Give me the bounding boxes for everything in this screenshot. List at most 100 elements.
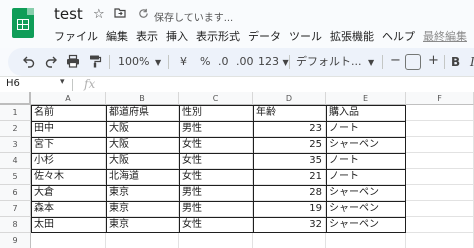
table-header-cell[interactable]: 都道府県 — [106, 105, 179, 121]
table-cell[interactable]: 女性 — [179, 137, 253, 153]
table-cell[interactable]: 宮下 — [31, 137, 106, 153]
table-cell[interactable]: 東京 — [106, 201, 179, 217]
spreadsheet-grid[interactable]: A B C D E F 1 2 3 4 5 6 7 8 9 名前 都道府県 性別 年齢 購入品 田中 大阪 男性 23 ノート宮… — [0, 92, 474, 248]
chevron-down-icon[interactable]: ▾ — [60, 77, 65, 87]
decrease-decimal-button[interactable]: .0 — [218, 54, 229, 70]
menu-extensions[interactable]: 拡張機能 — [326, 28, 378, 44]
table-cell[interactable]: シャーペン — [326, 137, 406, 153]
menu-edit[interactable]: 編集 — [102, 28, 132, 44]
table-cell[interactable]: 大阪 — [106, 153, 179, 169]
document-title[interactable]: test — [54, 5, 83, 23]
row-header-3[interactable]: 3 — [0, 137, 31, 153]
column-header-c[interactable]: C — [179, 92, 253, 105]
table-cell[interactable]: 男性 — [179, 121, 253, 137]
row-header-5[interactable]: 5 — [0, 169, 31, 185]
table-cell[interactable]: シャーペン — [326, 201, 406, 217]
column-header-e[interactable]: E — [326, 92, 406, 105]
table-cell[interactable] — [406, 233, 474, 248]
table-cell[interactable]: 大阪 — [106, 121, 179, 137]
table-cell[interactable] — [253, 233, 326, 248]
table-cell[interactable] — [406, 121, 474, 137]
undo-icon[interactable] — [22, 54, 36, 73]
table-cell[interactable]: 19 — [253, 201, 326, 217]
last-edit-link[interactable]: 最終編集 — [423, 28, 467, 44]
table-header-cell[interactable]: 年齢 — [253, 105, 326, 121]
sheets-logo-icon[interactable] — [12, 8, 34, 38]
italic-button[interactable]: I — [470, 54, 474, 70]
font-size-decrease-button[interactable]: − — [390, 53, 401, 69]
percent-button[interactable]: % — [200, 54, 210, 70]
table-cell[interactable] — [406, 201, 474, 217]
row-header-2[interactable]: 2 — [0, 121, 31, 137]
table-cell[interactable]: 大阪 — [106, 137, 179, 153]
table-cell[interactable]: シャーペン — [326, 217, 406, 233]
table-cell[interactable] — [106, 233, 179, 248]
table-cell[interactable]: 28 — [253, 185, 326, 201]
table-cell[interactable]: 女性 — [179, 217, 253, 233]
table-cell[interactable]: 35 — [253, 153, 326, 169]
table-header-cell[interactable]: 名前 — [31, 105, 106, 121]
increase-decimal-button[interactable]: .00 — [236, 54, 254, 70]
table-cell[interactable]: 21 — [253, 169, 326, 185]
name-box[interactable]: H6 — [6, 78, 20, 89]
menu-tools[interactable]: ツール — [285, 28, 326, 44]
row-header-1[interactable]: 1 — [0, 105, 31, 121]
column-header-b[interactable]: B — [106, 92, 179, 105]
table-cell[interactable]: 太田 — [31, 217, 106, 233]
redo-icon[interactable] — [44, 54, 58, 73]
table-cell[interactable]: 田中 — [31, 121, 106, 137]
table-cell[interactable]: 男性 — [179, 201, 253, 217]
column-header-a[interactable]: A — [31, 92, 106, 105]
row-header-7[interactable]: 7 — [0, 201, 31, 217]
select-all-corner[interactable] — [0, 92, 31, 105]
more-formats-button[interactable]: 123 ▼ — [258, 54, 289, 71]
bold-button[interactable]: B — [451, 54, 460, 70]
table-cell[interactable] — [179, 233, 253, 248]
table-cell[interactable]: 小杉 — [31, 153, 106, 169]
table-cell[interactable]: 25 — [253, 137, 326, 153]
font-family-select[interactable]: デフォルト... ▼ — [296, 54, 374, 71]
table-cell[interactable]: 女性 — [179, 153, 253, 169]
currency-button[interactable]: ¥ — [180, 54, 187, 70]
table-cell[interactable]: ノート — [326, 121, 406, 137]
table-cell[interactable]: 森本 — [31, 201, 106, 217]
menu-format[interactable]: 表示形式 — [192, 28, 244, 44]
print-icon[interactable] — [66, 54, 80, 73]
table-cell[interactable]: 32 — [253, 217, 326, 233]
zoom-select[interactable]: 100% ▼ — [118, 54, 161, 71]
table-cell[interactable] — [406, 105, 474, 121]
table-cell[interactable]: 23 — [253, 121, 326, 137]
table-cell[interactable]: 北海道 — [106, 169, 179, 185]
table-cell[interactable]: ノート — [326, 169, 406, 185]
menu-help[interactable]: ヘルプ — [378, 28, 419, 44]
table-cell[interactable]: ノート — [326, 153, 406, 169]
table-cell[interactable]: 大倉 — [31, 185, 106, 201]
font-size-increase-button[interactable]: + — [428, 53, 439, 69]
menu-insert[interactable]: 挿入 — [162, 28, 192, 44]
menu-view[interactable]: 表示 — [132, 28, 162, 44]
paint-format-icon[interactable] — [88, 54, 102, 73]
table-cell[interactable] — [31, 233, 106, 248]
row-header-4[interactable]: 4 — [0, 153, 31, 169]
star-icon[interactable]: ☆ — [93, 7, 105, 22]
row-header-9[interactable]: 9 — [0, 233, 31, 248]
row-header-8[interactable]: 8 — [0, 217, 31, 233]
table-cell[interactable]: 東京 — [106, 217, 179, 233]
row-header-6[interactable]: 6 — [0, 185, 31, 201]
table-cell[interactable]: 女性 — [179, 169, 253, 185]
table-header-cell[interactable]: 性別 — [179, 105, 253, 121]
menu-data[interactable]: データ — [244, 28, 285, 44]
table-cell[interactable] — [406, 217, 474, 233]
column-header-f[interactable]: F — [406, 92, 474, 105]
menu-file[interactable]: ファイル — [50, 28, 102, 44]
table-cell[interactable] — [406, 137, 474, 153]
table-cell[interactable] — [406, 169, 474, 185]
table-cell[interactable]: シャーペン — [326, 185, 406, 201]
column-header-d[interactable]: D — [253, 92, 326, 105]
table-cell[interactable] — [406, 153, 474, 169]
table-cell[interactable] — [406, 185, 474, 201]
move-folder-icon[interactable] — [114, 7, 126, 22]
font-size-input[interactable] — [405, 54, 421, 70]
table-cell[interactable]: 佐々木 — [31, 169, 106, 185]
table-header-cell[interactable]: 購入品 — [326, 105, 406, 121]
